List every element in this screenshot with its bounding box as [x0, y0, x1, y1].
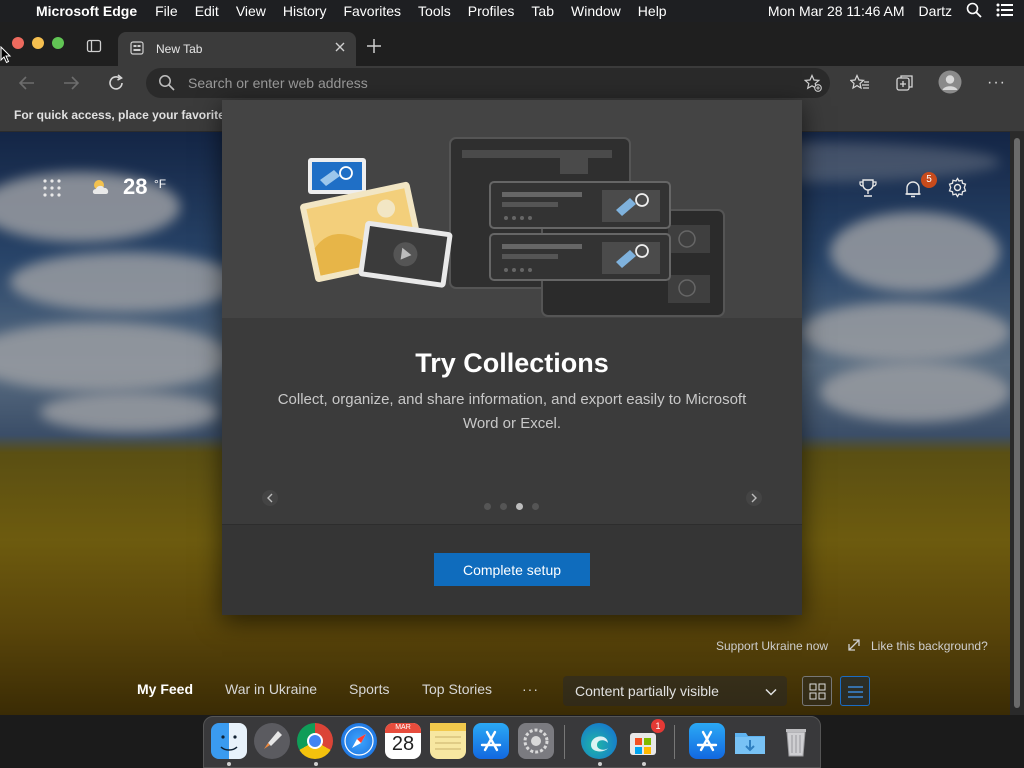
tab-title: New Tab	[156, 42, 203, 56]
collections-icon[interactable]	[895, 73, 915, 98]
downloads-folder-icon[interactable]	[732, 723, 768, 759]
navigation-toolbar: Search or enter web address ···	[0, 66, 1024, 100]
carousel-previous-icon[interactable]	[262, 490, 278, 511]
carousel-dot-2[interactable]	[500, 503, 507, 510]
trash-icon[interactable]	[778, 723, 814, 759]
menu-favorites[interactable]: Favorites	[343, 3, 401, 19]
complete-setup-button[interactable]: Complete setup	[434, 553, 590, 586]
minimize-window-button[interactable]	[32, 37, 44, 49]
weather-unit: °F	[154, 177, 167, 191]
menu-file[interactable]: File	[155, 3, 178, 19]
profile-avatar[interactable]	[938, 70, 962, 99]
app-store-icon[interactable]	[473, 723, 509, 759]
new-tab-favicon-icon	[130, 40, 144, 58]
feed-tab-my-feed[interactable]: My Feed	[137, 681, 193, 697]
control-center-icon[interactable]	[996, 3, 1014, 20]
address-bar[interactable]: Search or enter web address	[146, 68, 830, 98]
tab-actions-icon[interactable]	[86, 38, 102, 59]
add-favorite-icon[interactable]	[803, 74, 822, 97]
content-visibility-value: Content partially visible	[575, 683, 719, 699]
dock-divider	[564, 725, 565, 759]
like-background-link[interactable]: Like this background?	[871, 639, 988, 653]
new-tab-button[interactable]	[366, 38, 382, 59]
grid-layout-button[interactable]	[802, 676, 832, 706]
more-options-icon[interactable]: ···	[987, 74, 1006, 92]
page-scrollbar[interactable]	[1010, 132, 1024, 715]
carousel-dot-4[interactable]	[532, 503, 539, 510]
settings-gear-icon[interactable]	[947, 177, 968, 203]
close-tab-icon[interactable]	[334, 41, 346, 56]
finder-running-indicator	[227, 762, 231, 766]
mouse-cursor-icon	[0, 45, 12, 69]
calendar-icon[interactable]: MAR 28	[385, 723, 421, 759]
spotlight-search-icon[interactable]	[966, 2, 982, 21]
launchpad-icon[interactable]	[254, 723, 290, 759]
user-menu[interactable]: Dartz	[919, 3, 952, 19]
search-icon	[158, 74, 175, 96]
close-window-button[interactable]	[12, 37, 24, 49]
chrome-running-indicator	[314, 762, 318, 766]
carousel-dot-1[interactable]	[484, 503, 491, 510]
menu-help[interactable]: Help	[638, 3, 667, 19]
dialog-title: Try Collections	[415, 348, 609, 378]
tab-new-tab[interactable]: New Tab	[118, 32, 356, 66]
collections-illustration	[222, 100, 802, 318]
list-view-icon	[847, 685, 864, 704]
content-visibility-dropdown[interactable]: Content partially visible	[563, 676, 787, 706]
dialog-description: Collect, organize, and share information…	[277, 391, 747, 432]
collections-onboarding-dialog: Try Collections Collect, organize, and s…	[222, 100, 802, 615]
favorites-hint-text: For quick access, place your favorite	[14, 108, 225, 122]
feed-tab-sports[interactable]: Sports	[349, 681, 389, 697]
favorites-icon[interactable]	[849, 74, 870, 97]
menu-profiles[interactable]: Profiles	[468, 3, 515, 19]
grid-view-icon	[809, 683, 826, 705]
microsoft-edge-icon[interactable]	[581, 723, 617, 759]
dock-divider	[674, 725, 675, 759]
notifications-bell-icon[interactable]	[903, 179, 923, 204]
chrome-icon[interactable]	[297, 723, 333, 759]
app-menu[interactable]: Microsoft Edge	[36, 3, 137, 19]
menu-window[interactable]: Window	[571, 3, 621, 19]
forward-icon[interactable]	[62, 74, 80, 97]
notification-count-badge: 5	[921, 172, 937, 188]
feed-tab-war-in-ukraine[interactable]: War in Ukraine	[225, 681, 317, 697]
dock: MAR 28 1	[203, 716, 821, 768]
clock[interactable]: Mon Mar 28 11:46 AM	[768, 3, 905, 19]
edge-running-indicator	[598, 762, 602, 766]
feed-more-button[interactable]: ···	[522, 681, 539, 697]
menu-edit[interactable]: Edit	[195, 3, 219, 19]
calendar-day: 28	[391, 733, 415, 755]
zoom-window-button[interactable]	[52, 37, 64, 49]
rewards-trophy-icon[interactable]	[858, 178, 878, 203]
support-ukraine-link[interactable]: Support Ukraine now	[716, 639, 828, 653]
scrollbar-thumb[interactable]	[1014, 138, 1020, 708]
expand-background-icon[interactable]	[847, 638, 861, 657]
chevron-down-icon	[765, 685, 777, 703]
safari-icon[interactable]	[341, 723, 377, 759]
refresh-icon[interactable]	[106, 73, 126, 98]
notes-icon[interactable]	[430, 723, 466, 759]
app-store-folder-icon[interactable]	[689, 723, 725, 759]
weather-partly-cloudy-icon[interactable]	[90, 178, 114, 201]
feed-tab-top-stories[interactable]: Top Stories	[422, 681, 492, 697]
weather-temperature[interactable]: 28	[123, 174, 147, 200]
menu-history[interactable]: History	[283, 3, 327, 19]
menu-bar: Microsoft Edge File Edit View History Fa…	[0, 0, 1024, 22]
calendar-month: MAR	[385, 723, 421, 733]
back-icon[interactable]	[18, 74, 36, 97]
menu-view[interactable]: View	[236, 3, 266, 19]
menu-tools[interactable]: Tools	[418, 3, 451, 19]
carousel-next-icon[interactable]	[746, 490, 762, 511]
carousel-dot-3[interactable]	[516, 503, 523, 510]
address-placeholder: Search or enter web address	[188, 75, 368, 91]
menu-tab[interactable]: Tab	[531, 3, 554, 19]
list-layout-button[interactable]	[840, 676, 870, 706]
system-preferences-icon[interactable]	[518, 723, 554, 759]
finder-icon[interactable]	[211, 723, 247, 759]
store-running-indicator	[642, 762, 646, 766]
app-launcher-icon[interactable]	[42, 178, 62, 203]
app-store-badge: 1	[651, 719, 665, 733]
